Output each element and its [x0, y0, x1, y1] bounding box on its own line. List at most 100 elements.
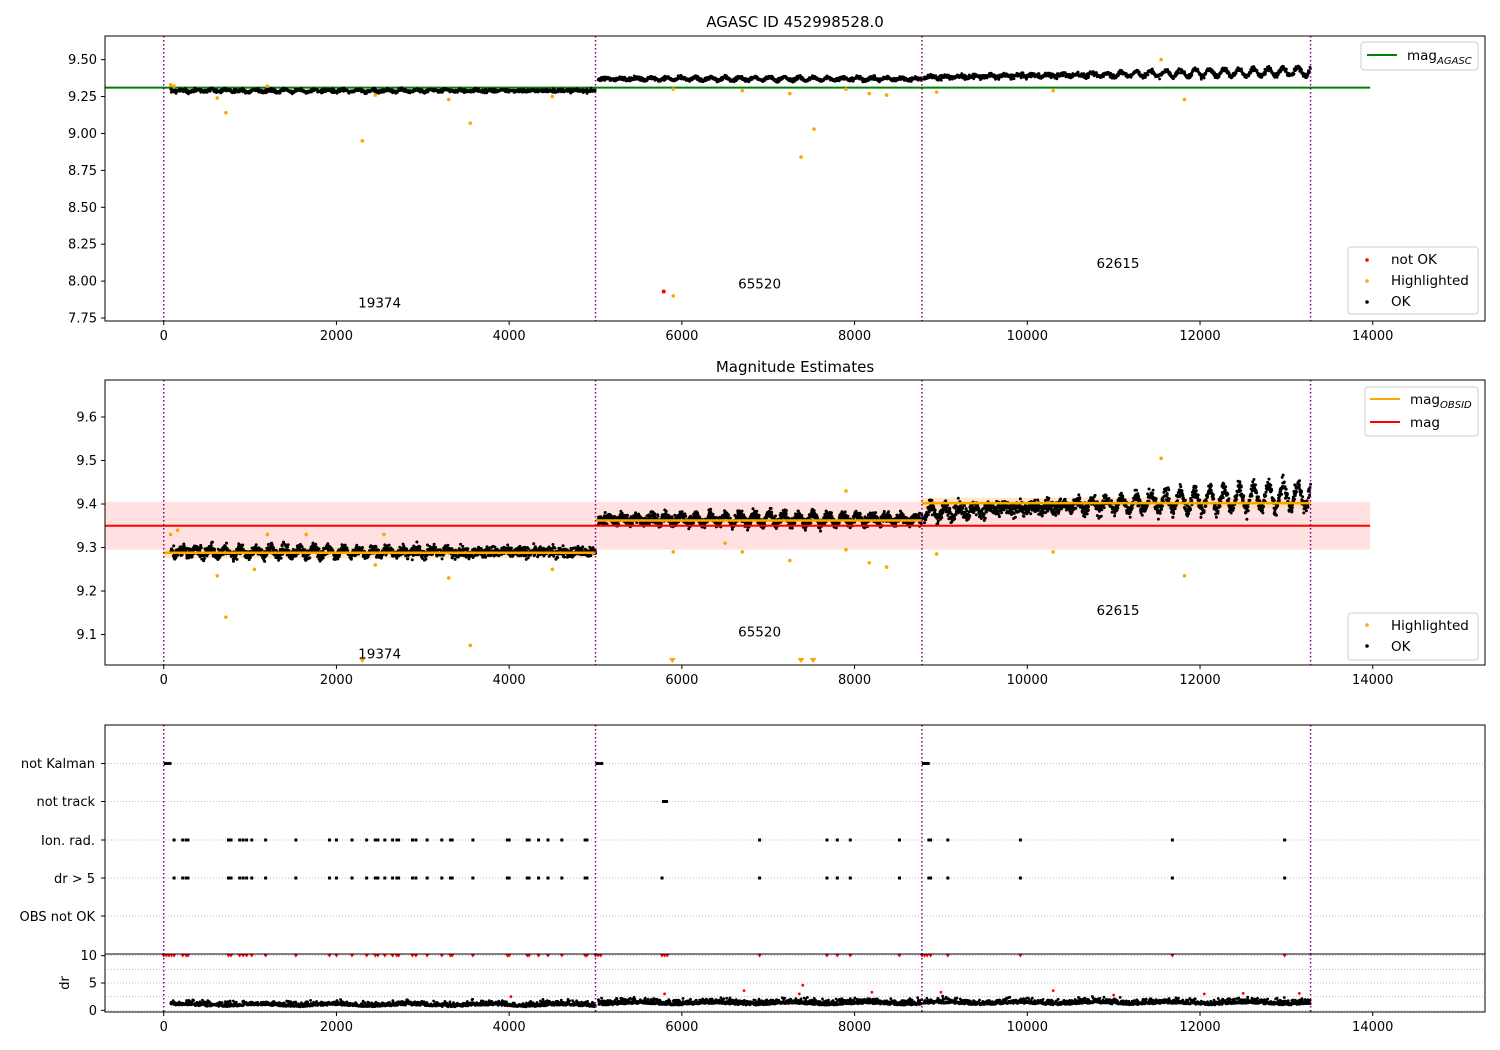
y-tick-label: 9.50 — [68, 53, 97, 68]
ok-point — [317, 547, 321, 551]
ok-point — [434, 545, 437, 549]
estimates-panel-title: Magnitude Estimates — [716, 358, 874, 376]
ok-point — [303, 548, 307, 552]
ok-point — [526, 556, 530, 560]
ok-point — [174, 556, 178, 560]
highlighted-point — [671, 294, 676, 298]
ok-point — [1138, 70, 1141, 74]
ok-point — [1012, 77, 1016, 81]
ok-point — [248, 556, 252, 559]
ok-point — [260, 548, 264, 552]
ok-legend-marker — [1365, 300, 1369, 304]
ok-point — [1158, 77, 1161, 81]
x-tick-label: 10000 — [1007, 329, 1048, 344]
agasc-legend-label: mag — [1407, 48, 1437, 64]
highlighted-point — [844, 87, 848, 91]
ok-point — [506, 543, 510, 547]
ok-point — [538, 545, 542, 549]
x-tick-label: 12000 — [1179, 329, 1220, 344]
ok-point — [446, 543, 450, 547]
ok-point — [459, 542, 463, 546]
agasc-legend-subscript: AGASC — [1436, 56, 1472, 67]
ok-point — [300, 545, 304, 549]
y-tick-label: 8.25 — [68, 238, 97, 253]
agasc-line-legend: magAGASC — [1360, 41, 1479, 71]
ok-point — [1264, 72, 1267, 76]
agasc-not-ok-points — [661, 289, 666, 294]
ok-point — [1037, 72, 1041, 75]
ok-point — [561, 544, 565, 548]
ok-point — [355, 543, 359, 547]
not-ok-legend-marker — [1365, 258, 1369, 262]
ok-point — [563, 555, 567, 559]
y-tick-label: 8.00 — [68, 275, 97, 290]
ok-point — [532, 542, 536, 546]
ok-point — [361, 546, 364, 549]
not-ok-point — [661, 289, 666, 294]
ok-point — [213, 548, 217, 552]
ok-point — [198, 548, 202, 552]
ok-point — [263, 559, 267, 563]
highlighted-point — [934, 90, 939, 94]
highlighted-point — [812, 127, 816, 131]
ok-point — [939, 78, 943, 82]
highlighted-point — [799, 155, 803, 159]
ok-point — [241, 543, 245, 547]
ok-point — [1292, 72, 1296, 76]
ok-point — [410, 558, 414, 562]
ok-point — [266, 543, 270, 546]
agasc-magnitude-panel: AGASC ID 452998528.0 19374 65520 62615 0… — [68, 13, 1486, 344]
ok-point — [1285, 67, 1288, 71]
ok-point — [374, 545, 378, 549]
agasc-obsid-label: 19374 — [358, 296, 401, 312]
y-tick-label: 7.75 — [68, 312, 97, 327]
highlighted-point — [788, 91, 792, 96]
ok-point — [254, 543, 258, 547]
ok-point — [581, 545, 585, 549]
y-tick-label: 8.75 — [68, 164, 97, 179]
ok-point — [424, 557, 428, 561]
highlighted-point — [867, 91, 872, 96]
ok-point — [1247, 74, 1251, 78]
ok-point — [349, 557, 353, 561]
ok-point — [406, 557, 410, 561]
ok-point — [209, 544, 213, 548]
ok-point — [308, 556, 312, 560]
ok-point — [182, 542, 186, 546]
ok-point — [1087, 75, 1091, 78]
ok-point — [461, 544, 465, 548]
ok-point — [453, 557, 457, 561]
ok-point — [1146, 73, 1150, 77]
highlighted-point — [1159, 57, 1163, 62]
ok-point — [1217, 75, 1221, 78]
ok-point — [484, 555, 487, 559]
highlighted-point — [360, 139, 365, 143]
ok-point — [203, 557, 206, 560]
figure: AGASC ID 452998528.0 19374 65520 62615 0… — [0, 0, 1500, 1050]
x-tick-label: 4000 — [493, 329, 526, 344]
y-tick-label: 8.50 — [68, 201, 97, 216]
ok-point — [210, 540, 214, 544]
highlighted-point — [468, 121, 473, 125]
ok-point — [466, 547, 470, 551]
ok-point — [1021, 71, 1025, 75]
highlighted-point — [671, 87, 676, 91]
ok-point — [418, 545, 422, 549]
ok-point — [326, 542, 330, 546]
x-tick-label: 0 — [160, 329, 168, 344]
ok-point — [311, 541, 315, 545]
highlighted-point — [172, 84, 176, 89]
ok-point — [1202, 76, 1206, 80]
highlighted-point — [265, 84, 270, 89]
highlighted-point — [224, 110, 228, 115]
ok-point — [603, 511, 607, 514]
agasc-obsid-label: 65520 — [738, 277, 781, 293]
ok-point — [589, 554, 593, 558]
x-tick-label: 8000 — [838, 329, 871, 344]
ok-point — [415, 540, 419, 544]
ok-point — [232, 559, 235, 563]
ok-point — [321, 556, 325, 560]
ok-point — [225, 541, 228, 545]
ok-point — [1300, 68, 1303, 72]
ok-point — [235, 557, 239, 561]
